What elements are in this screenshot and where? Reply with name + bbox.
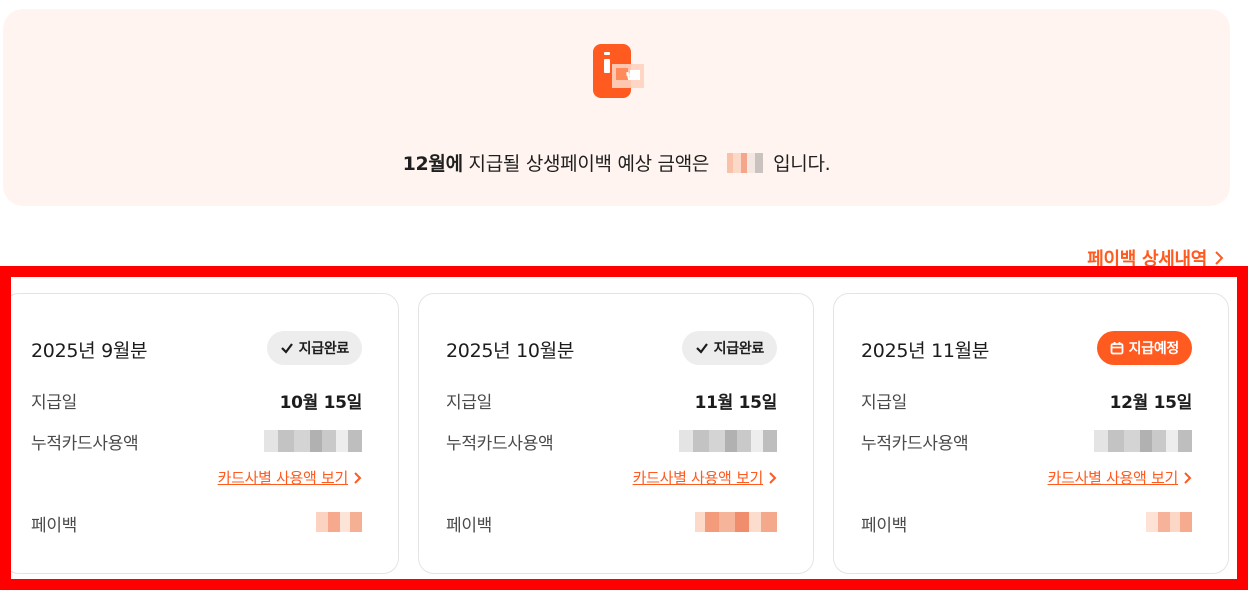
card-usage-label: 누적카드사용액 — [861, 434, 969, 454]
summary-text-after: 입니다. — [773, 153, 831, 175]
payback-detail-link[interactable]: 페이백 상세내역 — [1087, 245, 1225, 271]
summary-month: 12월에 — [402, 153, 464, 175]
svg-text:₩: ₩ — [626, 70, 638, 83]
payback-card-october: 2025년 10월분 지급완료 지급일 11월 15일 누적카드사용액 카드사별… — [418, 293, 814, 574]
card-usage-link-label: 카드사별 사용액 보기 — [632, 469, 764, 487]
card-usage-label: 누적카드사용액 — [31, 434, 139, 454]
blurred-usage-amount — [1094, 430, 1192, 452]
card-usage-by-issuer-link[interactable]: 카드사별 사용액 보기 — [633, 467, 777, 488]
payback-detail-link-label: 페이백 상세내역 — [1087, 249, 1207, 270]
payday-label: 지급일 — [861, 393, 908, 413]
payback-label: 페이백 — [861, 516, 908, 536]
chevron-right-icon — [1184, 471, 1192, 484]
blurred-usage-amount — [679, 430, 777, 452]
chevron-right-icon — [1215, 251, 1224, 265]
payback-card-september: 2025년 9월분 지급완료 지급일 10월 15일 누적카드사용액 카드사별 … — [3, 293, 399, 574]
blurred-amount — [719, 153, 772, 173]
card-usage-label: 누적카드사용액 — [446, 434, 554, 454]
payday-value: 12월 15일 — [1109, 393, 1193, 413]
chevron-right-icon — [769, 471, 777, 484]
status-badge: 지급완료 — [266, 331, 362, 365]
check-icon — [280, 343, 293, 354]
blurred-payback-amount — [695, 512, 777, 532]
status-badge-label: 지급완료 — [298, 341, 350, 357]
status-badge: 지급완료 — [681, 331, 777, 365]
summary-text-before: 지급될 상생페이백 예상 금액은 — [462, 153, 710, 175]
status-badge-label: 지급예정 — [1128, 341, 1180, 357]
payday-label: 지급일 — [31, 393, 78, 413]
calendar-icon — [1110, 342, 1124, 355]
card-month: 2025년 10월분 — [446, 340, 575, 362]
card-month: 2025년 11월분 — [861, 340, 990, 362]
card-usage-by-issuer-link[interactable]: 카드사별 사용액 보기 — [218, 467, 362, 488]
payback-card-november: 2025년 11월분 지급예정 지급일 12월 15일 누적카드사용액 카드사별… — [833, 293, 1229, 574]
blurred-usage-amount — [264, 430, 362, 452]
blurred-payback-amount — [316, 512, 362, 532]
blurred-payback-amount — [1146, 512, 1192, 532]
card-month: 2025년 9월분 — [31, 340, 148, 362]
check-icon — [695, 343, 708, 354]
payback-label: 페이백 — [31, 516, 78, 536]
status-badge-label: 지급완료 — [713, 341, 765, 357]
payback-label: 페이백 — [446, 516, 493, 536]
expected-payback-sentence: 12월에 지급될 상생페이백 예상 금액은 입니다. — [3, 149, 1230, 176]
card-usage-by-issuer-link[interactable]: 카드사별 사용액 보기 — [1048, 467, 1192, 488]
payday-value: 11월 15일 — [694, 393, 778, 413]
status-badge: 지급예정 — [1096, 331, 1192, 365]
payback-summary-banner: ₩ 12월에 지급될 상생페이백 예상 금액은 입니다. — [3, 9, 1230, 206]
payday-value: 10월 15일 — [279, 393, 363, 413]
card-usage-link-label: 카드사별 사용액 보기 — [217, 469, 349, 487]
phone-won-icon: ₩ — [593, 44, 644, 98]
chevron-right-icon — [354, 471, 362, 484]
card-usage-link-label: 카드사별 사용액 보기 — [1047, 469, 1179, 487]
payday-label: 지급일 — [446, 393, 493, 413]
